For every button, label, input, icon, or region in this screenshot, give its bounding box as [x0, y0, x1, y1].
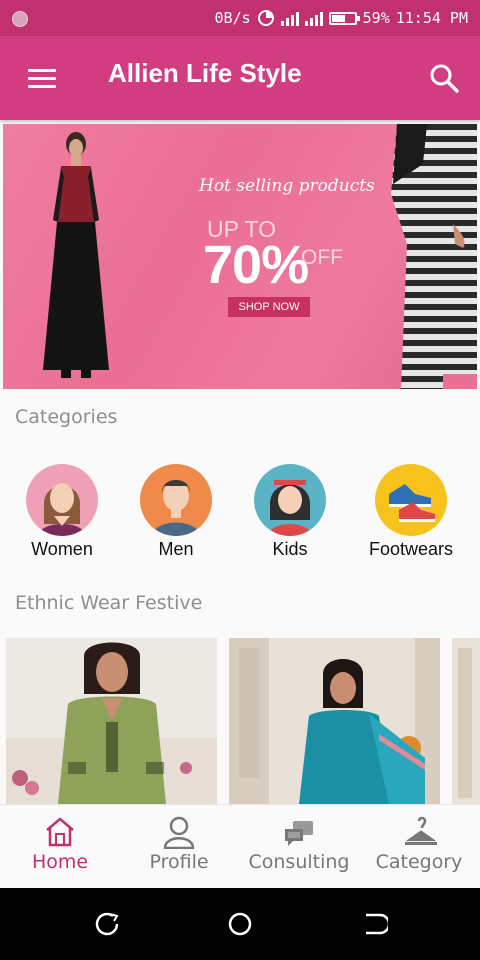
shop-now-button[interactable]: SHOP NOW [228, 297, 310, 317]
status-bar: 0B/s 59% 11:54 PM [0, 0, 480, 36]
product-card[interactable] [452, 638, 480, 804]
ethnic-wear-heading: Ethnic Wear Festive [15, 592, 203, 614]
banner-tagline: Hot selling products [199, 176, 375, 196]
notification-icon [12, 11, 28, 27]
model-striped-dress-image [391, 124, 477, 389]
category-label: Men [158, 539, 194, 559]
product-card[interactable] [6, 638, 217, 804]
hanger-icon [405, 816, 437, 845]
nav-home[interactable]: Home [0, 805, 120, 889]
chat-icon [285, 821, 313, 846]
category-kids[interactable]: Kids [230, 464, 350, 560]
profile-icon [163, 816, 195, 849]
product-image-teal-suit [229, 638, 440, 804]
battery-icon [328, 11, 360, 25]
nav-consulting[interactable]: Consulting [239, 805, 359, 889]
women-icon [26, 464, 98, 536]
menu-icon[interactable] [28, 69, 56, 89]
categories-heading: Categories [15, 406, 118, 428]
men-icon [140, 464, 212, 536]
nav-label: Consulting [248, 851, 350, 873]
app-bar: Allien Life Style [0, 36, 480, 120]
app-title: Allien Life Style [108, 58, 302, 88]
search-icon[interactable] [428, 62, 460, 94]
status-indicators: 0B/s 59% 11:54 PM [215, 9, 468, 27]
net-speed: 0B/s [214, 9, 251, 27]
model-black-gown-image [43, 132, 109, 378]
nav-profile[interactable]: Profile [119, 805, 239, 889]
category-men[interactable]: Men [116, 464, 236, 560]
category-footwears[interactable]: Footwears [351, 464, 471, 560]
category-label: Footwears [368, 539, 454, 559]
nav-category[interactable]: Category [359, 805, 479, 889]
system-navigation-bar [0, 888, 480, 960]
clock: 11:54 PM [395, 9, 468, 27]
home-button-icon[interactable] [226, 910, 254, 938]
banner-off: OFF [301, 246, 343, 269]
promo-banner[interactable]: Hot selling products UP TO 70% OFF SHOP … [3, 124, 477, 389]
category-label: Women [31, 539, 93, 559]
category-women[interactable]: Women [2, 464, 122, 560]
shoe-icon [375, 464, 447, 536]
product-card[interactable] [229, 638, 440, 804]
bottom-navigation: Home Profile Consulting Category [0, 804, 480, 889]
product-image-partial [452, 638, 480, 804]
signal-4g-icon [304, 10, 323, 26]
product-image-green-kurti [6, 638, 217, 804]
recents-icon[interactable] [93, 910, 121, 938]
signal-icon [280, 10, 299, 26]
home-icon [46, 817, 74, 847]
kids-icon [254, 464, 326, 536]
nav-label: Category [375, 851, 463, 873]
banner-discount: 70% [203, 235, 309, 295]
battery-percent: 59% [362, 9, 390, 27]
back-icon[interactable] [360, 910, 388, 938]
data-saver-icon [257, 10, 274, 26]
nav-label: Profile [149, 851, 209, 873]
category-label: Kids [272, 539, 308, 559]
nav-label: Home [31, 851, 89, 873]
